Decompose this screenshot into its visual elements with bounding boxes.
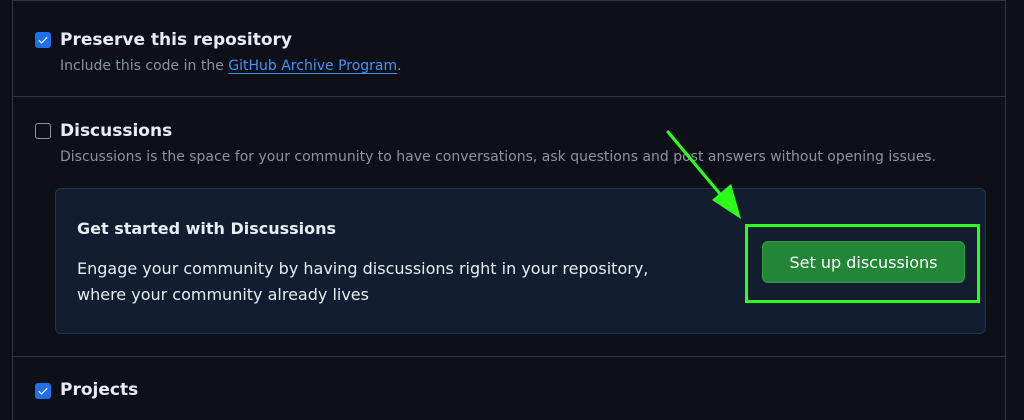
archive-program-link[interactable]: GitHub Archive Program (228, 58, 397, 74)
preserve-desc-prefix: Include this code in the (60, 58, 229, 74)
promo-card-text-line-1: Engage your community by having discussi… (77, 259, 649, 278)
promo-card-text-line-2: where your community already lives (77, 285, 369, 304)
projects-title: Projects (60, 380, 139, 400)
section-divider (13, 96, 1005, 97)
discussions-description: Discussions is the space for your commun… (60, 149, 937, 165)
check-icon (38, 388, 48, 395)
preserve-title: Preserve this repository (60, 30, 293, 50)
preserve-checkbox[interactable] (35, 32, 51, 48)
preserve-desc-suffix: . (397, 58, 402, 74)
discussions-title: Discussions (60, 121, 173, 141)
promo-card-title: Get started with Discussions (77, 219, 337, 238)
check-icon (38, 37, 48, 44)
section-divider (13, 356, 1005, 357)
projects-checkbox[interactable] (35, 383, 51, 399)
preserve-description: Include this code in the GitHub Archive … (60, 58, 402, 74)
set-up-discussions-button[interactable]: Set up discussions (762, 241, 965, 283)
discussions-checkbox[interactable] (35, 123, 51, 139)
